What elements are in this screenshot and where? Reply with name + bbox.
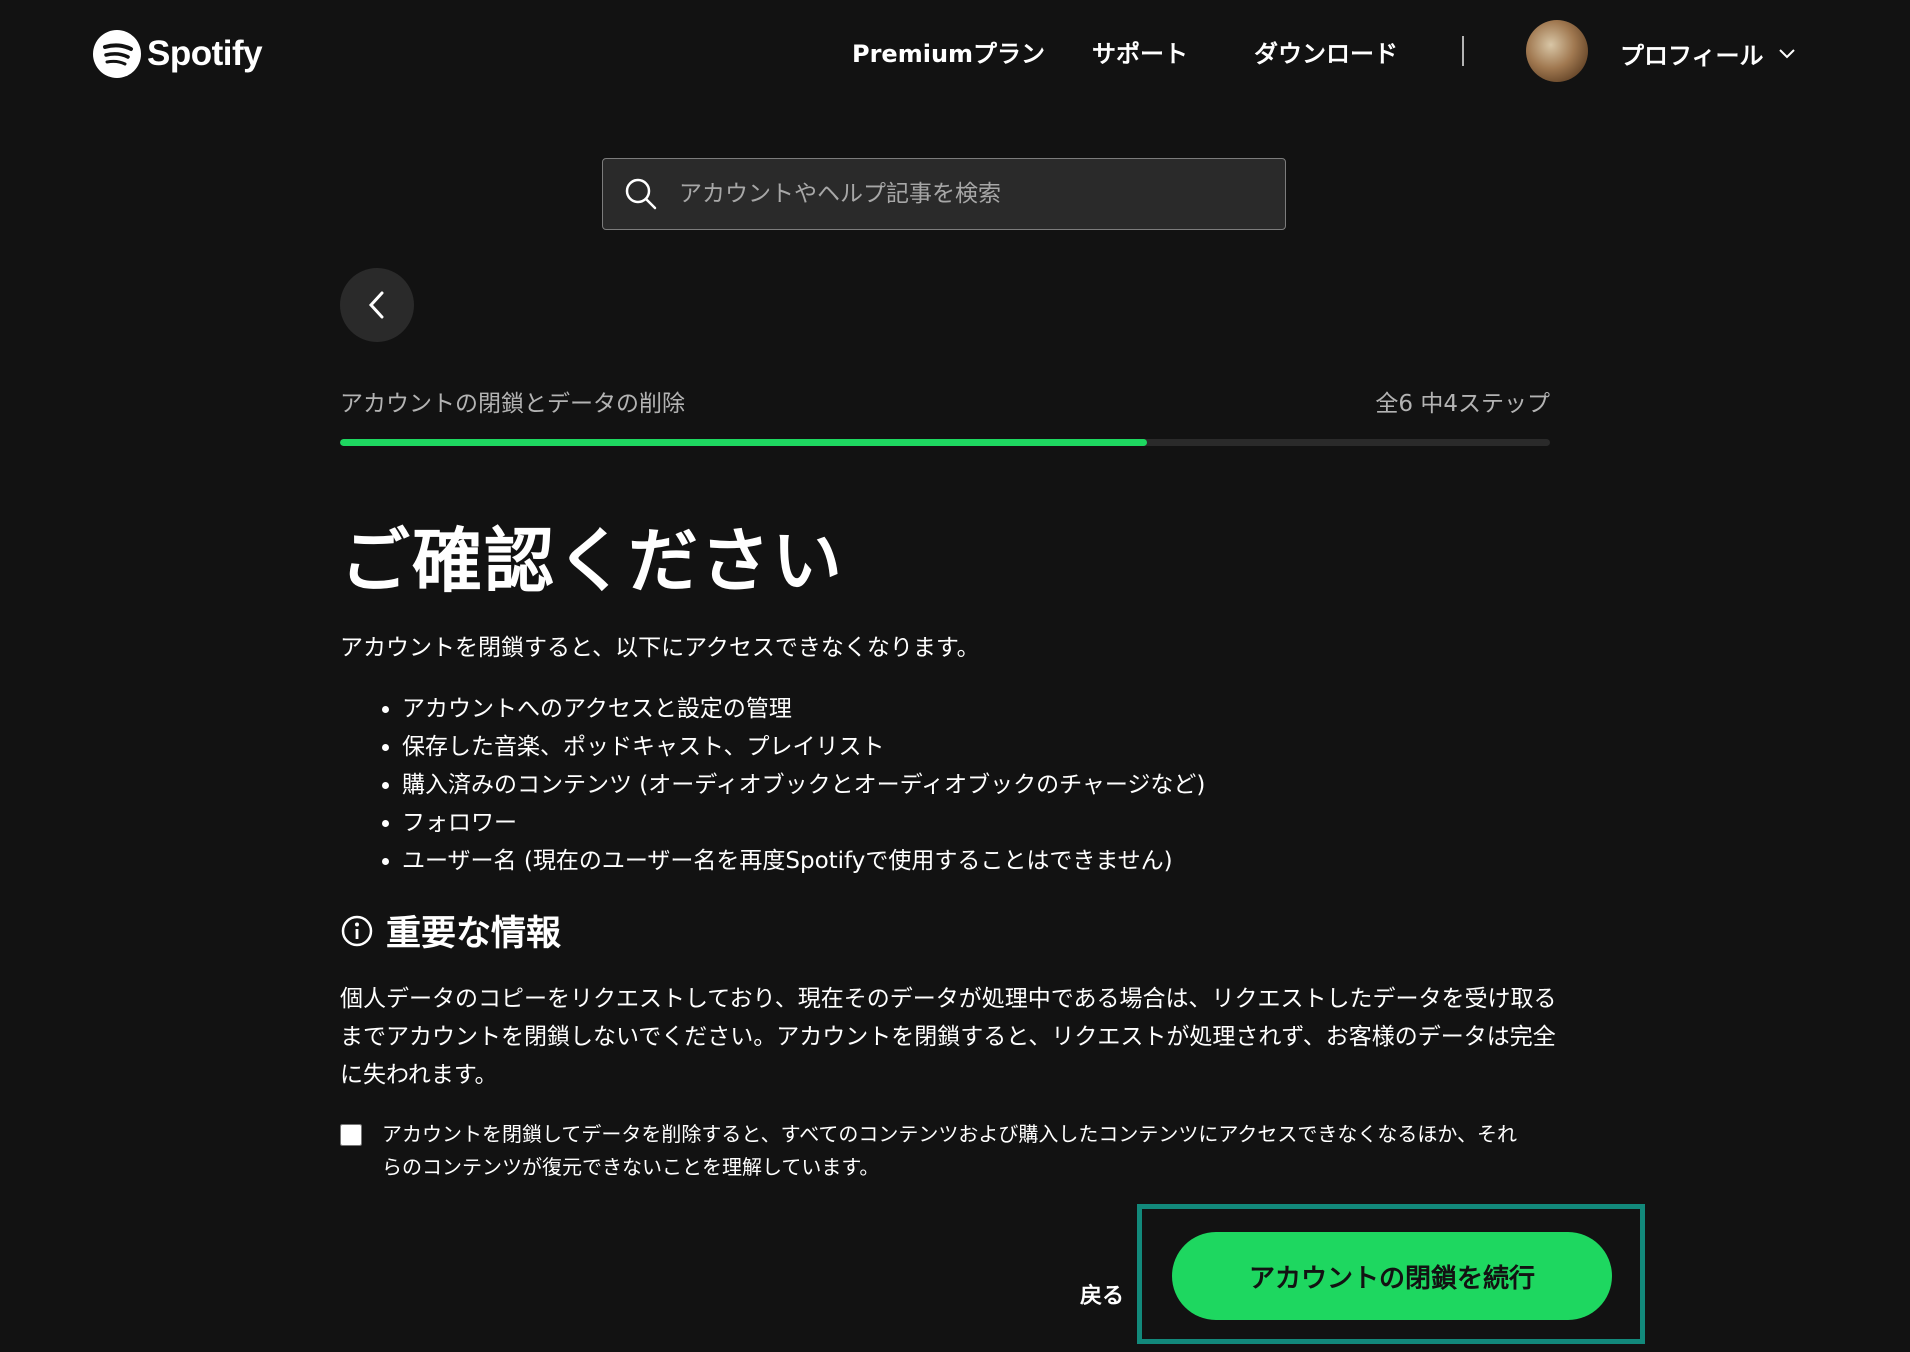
info-icon (341, 915, 373, 946)
spotify-icon (93, 30, 141, 78)
avatar[interactable] (1526, 20, 1588, 82)
list-item: 保存した音楽、ポッドキャスト、プレイリスト (402, 728, 1205, 766)
important-heading: 重要な情報 (386, 914, 562, 954)
chevron-down-icon (1778, 48, 1795, 58)
list-item: ユーザー名 (現在のユーザー名を再度Spotifyで使用することはできません) (402, 842, 1205, 880)
list-item: フォロワー (402, 804, 1205, 842)
profile-menu[interactable]: プロフィール (1620, 36, 1796, 71)
search-box[interactable] (602, 158, 1286, 230)
nav-divider (1462, 36, 1464, 66)
back-link[interactable]: 戻る (1080, 1278, 1124, 1310)
nav-premium[interactable]: Premiumプラン (852, 34, 1045, 69)
chevron-left-icon (368, 291, 384, 319)
step-counter: 全6 中4ステップ (1375, 391, 1550, 417)
progress-bar (340, 439, 1550, 446)
page-title: ご確認ください (340, 520, 844, 602)
confirm-checkbox-label[interactable]: アカウントを閉鎖してデータを削除すると、すべてのコンテンツおよび購入したコンテン… (382, 1118, 1532, 1184)
important-body: 個人データのコピーをリクエストしており、現在そのデータが処理中である場合は、リク… (340, 986, 1557, 1088)
confirm-checkbox[interactable] (340, 1124, 362, 1146)
search-icon (625, 178, 657, 210)
logo-wordmark: Spotify (147, 34, 263, 73)
continue-close-account-button[interactable]: アカウントの閉鎖を続行 (1172, 1232, 1612, 1320)
nav-support[interactable]: サポート (1092, 34, 1188, 69)
back-button[interactable] (340, 268, 414, 342)
nav-download[interactable]: ダウンロード (1254, 34, 1398, 69)
flow-title: アカウントの閉鎖とデータの削除 (340, 391, 685, 417)
progress-bar-fill (340, 439, 1148, 446)
list-item: アカウントへのアクセスと設定の管理 (402, 690, 1205, 728)
loss-list: アカウントへのアクセスと設定の管理 保存した音楽、ポッドキャスト、プレイリスト … (370, 690, 1205, 880)
important-section-header: 重要な情報 (340, 905, 561, 956)
search-input[interactable] (677, 180, 1241, 208)
confirm-checkbox-row: アカウントを閉鎖してデータを削除すると、すべてのコンテンツおよび購入したコンテン… (340, 1122, 1532, 1184)
spotify-logo[interactable]: Spotify (93, 30, 263, 78)
intro-text: アカウントを閉鎖すると、以下にアクセスできなくなります。 (340, 635, 980, 661)
list-item: 購入済みのコンテンツ (オーディオブックとオーディオブックのチャージなど) (402, 766, 1205, 804)
profile-label: プロフィール (1620, 42, 1764, 70)
